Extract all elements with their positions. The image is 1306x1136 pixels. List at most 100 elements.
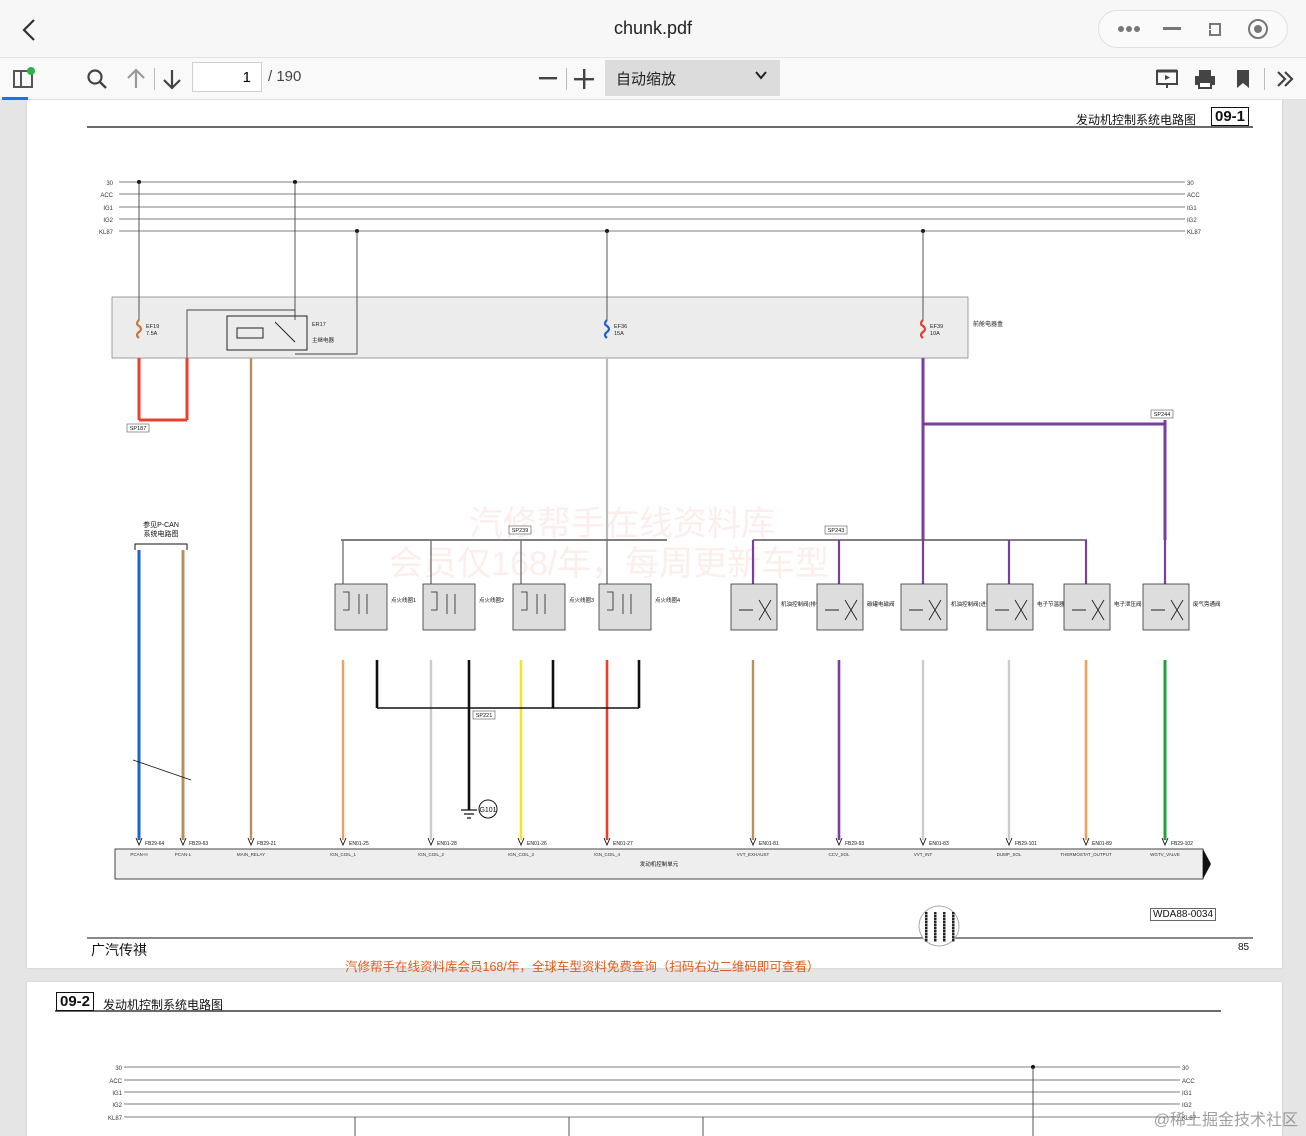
presentation-icon[interactable] [1152,64,1182,94]
next-page-icon[interactable] [158,64,186,94]
connector-pin-id: EN01-28 [437,841,457,847]
qr-module [934,927,937,930]
qr-module [925,912,928,915]
qr-module [934,933,937,936]
page-number-input[interactable] [192,62,262,92]
connector-pin-id: FB29-101 [1015,841,1037,847]
ecu-pin-label: IGN_COIL_1 [330,852,357,857]
connector-pin-id: FB29-21 [257,841,276,847]
previous-page-icon[interactable] [122,64,150,94]
pdf-page-1: 发动机控制系统电路图 09-1 汽修帮手在线资料库 会员仅168/年，每周更新车… [27,100,1282,974]
pdf-toolbar: / 190 自动缩放 [0,58,1306,100]
ecu-pin-label: VVT_EXHAUST [737,852,770,857]
connector-pin [247,837,255,847]
junction-dot [921,229,925,233]
toolbar-separator [1264,68,1265,90]
splice-tag: SP221 [476,713,493,719]
junction-dot [137,180,141,184]
sidebar-toggle-icon[interactable] [8,64,38,94]
qr-module [943,924,946,927]
connector-pin [1082,837,1090,847]
connector-pin-id: EN01-27 [613,841,633,847]
page-header-code: 09-1 [1211,107,1250,126]
ignition-coil-box [334,583,388,631]
fuse-symbol [135,319,143,339]
ecu-pin-label: DUMP_SOL [997,852,1022,857]
relay-switch [274,321,296,343]
double-chevron-right-icon[interactable] [1270,64,1300,94]
qr-module [934,930,937,933]
more-icon[interactable] [1114,14,1144,44]
relay-desc: 主继电器 [312,336,335,344]
ecu-block [114,848,1204,880]
qr-module [943,930,946,933]
ecu-pin-label: IGN_COIL_4 [594,852,621,857]
zoom-out-icon[interactable] [534,64,562,94]
connector-pin-id: EN01-25 [349,841,369,847]
solenoid-valve-box [986,583,1034,631]
valve-label: 废气旁通阀 [1193,600,1221,608]
pcan-ref-label: 参见P-CAN [143,520,179,529]
qr-module [925,936,928,939]
qr-module [925,915,928,918]
print-icon[interactable] [1190,64,1220,94]
splice-tag: SP243 [828,528,845,534]
search-icon[interactable] [82,64,112,94]
ecu-pin-label: CCV_SOL [828,852,850,857]
ecu-pin-label: WGTV_VALVE [1150,852,1180,857]
qr-module [952,939,955,942]
pdf-page-2: 09-2 发动机控制系统电路图 30 30 ACC ACC IG1 IG1 IG2 IG2 KL… [27,982,1282,1136]
connector-pin-id: EN01-83 [929,841,949,847]
qr-module [952,933,955,936]
bookmark-icon[interactable] [1228,64,1258,94]
splice-tag: SP244 [1154,412,1171,418]
rail-label-left: ACC [109,1079,122,1085]
qr-module [943,939,946,942]
coil-symbol [431,591,456,614]
qr-module [934,915,937,918]
connector-pin [339,837,347,847]
restore-icon[interactable] [1200,14,1230,44]
valve-symbol [909,599,942,621]
junction-dot [293,180,297,184]
pdf-viewer[interactable]: 发动机控制系统电路图 09-1 汽修帮手在线资料库 会员仅168/年，每周更新车… [0,100,1306,1136]
connector-pin [919,837,927,847]
chevron-down-icon [754,68,768,85]
zoom-level-select[interactable]: 自动缩放 [605,60,780,96]
junction-dot [355,229,359,233]
qr-module [943,936,946,939]
ground-symbol [461,809,477,819]
qr-module [952,915,955,918]
minimize-icon[interactable] [1157,14,1187,44]
valve-symbol [739,599,772,621]
qr-module [925,930,928,933]
ecu-pin-label: PCAN-L [175,852,192,857]
relay-id: ER17 [312,322,326,328]
diagram-code: WDA88-0034 [1150,908,1217,921]
qr-module [943,921,946,924]
qr-code [918,905,960,947]
qr-module [925,921,928,924]
qr-module [925,918,928,921]
connector-pin [135,837,143,847]
qr-module [943,927,946,930]
connector-pin-id: FB29-93 [845,841,864,847]
pcan-ref-label: 系统电路图 [144,529,179,538]
relay-coil [236,327,264,339]
fuse-id: EF19 [146,324,159,330]
fuse-box [111,296,969,359]
qr-module [952,930,955,933]
rail-label-left: IG2 [112,1103,122,1109]
valve-label: 电子节温器控制阀 [1037,600,1081,608]
record-icon[interactable] [1243,14,1273,44]
valve-symbol [1151,599,1184,621]
solenoid-valve-box [730,583,778,631]
connector-pin [749,837,757,847]
qr-module [952,918,955,921]
coil-symbol [343,591,368,614]
fuse-symbol [919,319,927,339]
connector-pin-id: EN01-26 [527,841,547,847]
zoom-in-icon[interactable] [570,64,598,94]
fuse-box-label: 前舱电器盒 [973,320,1003,328]
ignition-coil-box [422,583,476,631]
